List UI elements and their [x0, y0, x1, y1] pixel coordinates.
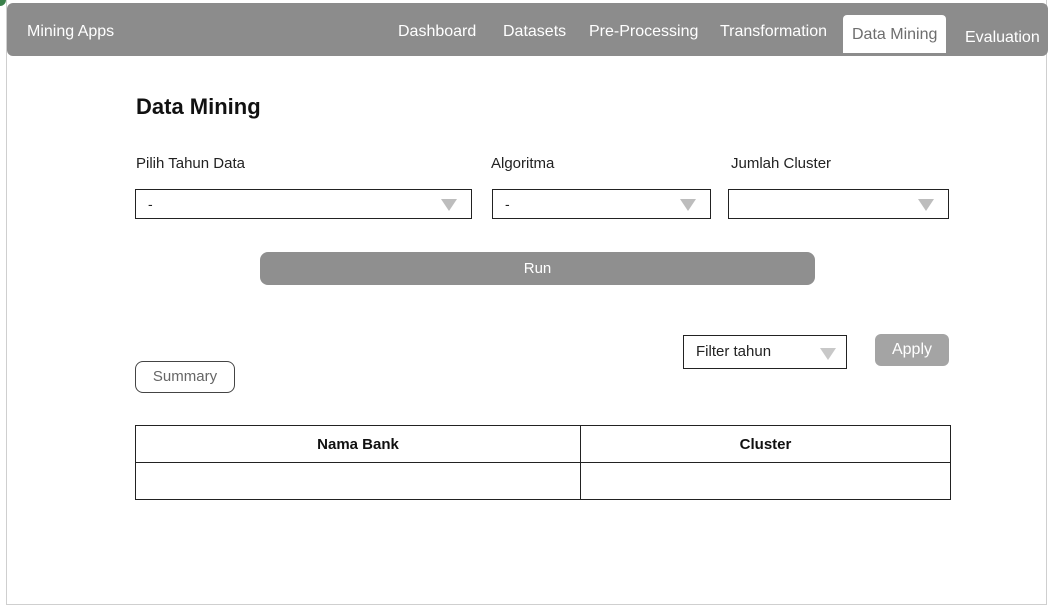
- nav-item-dashboard[interactable]: Dashboard: [398, 23, 476, 41]
- summary-button[interactable]: Summary: [135, 361, 235, 393]
- nav-item-transformation[interactable]: Transformation: [720, 23, 827, 41]
- year-select-value: -: [148, 196, 153, 212]
- caret-down-icon: [918, 199, 934, 211]
- nav-item-data-mining[interactable]: Data Mining: [843, 15, 947, 53]
- caret-down-icon: [441, 199, 457, 211]
- app-frame: [6, 0, 1047, 605]
- caret-down-icon: [820, 348, 836, 360]
- run-button[interactable]: Run: [260, 252, 815, 285]
- year-label: Pilih Tahun Data: [136, 155, 245, 172]
- algorithm-select-value: -: [505, 196, 510, 212]
- table-row: [135, 462, 951, 500]
- column-header-nama-bank: Nama Bank: [135, 425, 581, 463]
- filter-year-value: Filter tahun: [696, 343, 772, 360]
- table-cell-nama-bank: [135, 462, 581, 500]
- algorithm-select[interactable]: -: [492, 189, 711, 219]
- cluster-count-label: Jumlah Cluster: [731, 155, 832, 172]
- nav-item-pre-processing[interactable]: Pre-Processing: [589, 23, 698, 41]
- top-navigation-bar: Mining Apps Dashboard Datasets Pre-Proce…: [7, 3, 1048, 56]
- page-title: Data Mining: [136, 94, 261, 119]
- nav-menu: Dashboard Datasets Pre-Processing Transf…: [7, 15, 1048, 56]
- table-header-row: Nama Bank Cluster: [135, 425, 951, 463]
- year-select[interactable]: -: [135, 189, 472, 219]
- table-cell-cluster: [580, 462, 951, 500]
- apply-button[interactable]: Apply: [875, 334, 949, 366]
- results-table: Nama Bank Cluster: [135, 425, 951, 500]
- cluster-count-select[interactable]: [728, 189, 949, 219]
- nav-item-datasets[interactable]: Datasets: [503, 23, 566, 41]
- caret-down-icon: [680, 199, 696, 211]
- filter-year-select[interactable]: Filter tahun: [683, 335, 847, 369]
- algorithm-label: Algoritma: [491, 155, 555, 172]
- column-header-cluster: Cluster: [580, 425, 951, 463]
- nav-item-evaluation[interactable]: Evaluation: [965, 29, 1040, 47]
